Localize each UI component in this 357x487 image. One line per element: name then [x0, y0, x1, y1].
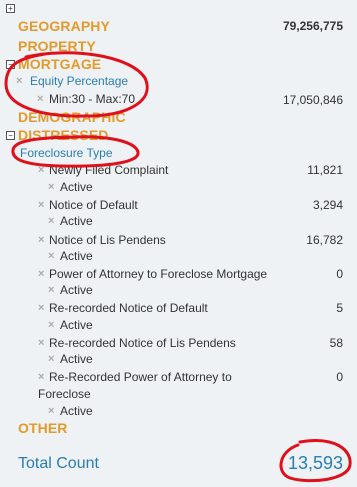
remove-active-icon[interactable]: × — [48, 215, 54, 227]
remove-active-icon[interactable]: × — [48, 250, 54, 262]
active-label: Active — [60, 283, 93, 297]
equity-percentage-link[interactable]: Equity Percentage — [30, 74, 128, 88]
active-label: Active — [60, 352, 93, 366]
category-geography[interactable]: GEOGRAPHY — [18, 18, 110, 34]
total-count-label: Total Count — [18, 455, 99, 472]
category-mortgage[interactable]: MORTGAGE — [18, 56, 101, 72]
foreclosure-type-link[interactable]: Foreclosure Type — [20, 146, 113, 160]
category-distressed[interactable]: DISTRESSED — [18, 127, 108, 143]
item-count: 0 — [336, 370, 343, 384]
item-label: Power of Attorney to Foreclose Mortgage — [49, 267, 268, 281]
category-demographic[interactable]: DEMOGRAPHIC — [18, 109, 126, 125]
remove-item-icon[interactable]: × — [38, 268, 44, 280]
item-count: 3,294 — [312, 198, 343, 212]
remove-active-icon[interactable]: × — [48, 181, 54, 193]
item-count: 0 — [336, 267, 343, 281]
remove-active-icon[interactable]: × — [48, 319, 54, 331]
active-label: Active — [60, 214, 93, 228]
equity-range-filter: Min:30 - Max:70 — [49, 92, 136, 106]
item-count: 58 — [329, 336, 343, 350]
remove-active-icon[interactable]: × — [48, 353, 54, 365]
remove-item-icon[interactable]: × — [38, 234, 44, 246]
active-label: Active — [60, 180, 93, 194]
active-label: Active — [60, 249, 93, 263]
distressed-collapse-toggle[interactable]: − — [6, 131, 15, 140]
remove-equity-percentage-icon[interactable]: × — [16, 75, 22, 87]
item-label-line1: Re-Recorded Power of Attorney to — [49, 370, 232, 384]
geography-count: 79,256,775 — [282, 19, 343, 33]
category-property[interactable]: PROPERTY — [18, 38, 96, 54]
item-label: Notice of Lis Pendens — [49, 233, 166, 247]
remove-active-icon[interactable]: × — [48, 284, 54, 296]
active-label: Active — [60, 404, 93, 418]
active-label: Active — [60, 318, 93, 332]
remove-active-icon[interactable]: × — [48, 405, 54, 417]
remove-equity-range-icon[interactable]: × — [37, 93, 43, 105]
expand-all-toggle[interactable]: + — [6, 4, 15, 13]
equity-range-count: 17,050,846 — [282, 93, 343, 107]
remove-item-icon[interactable]: × — [38, 302, 44, 314]
item-label: Re-recorded Notice of Lis Pendens — [49, 336, 236, 350]
item-label-line2: Foreclose — [38, 387, 91, 401]
item-count: 16,782 — [306, 233, 343, 247]
item-label: Newly Filed Complaint — [49, 163, 169, 177]
item-label: Notice of Default — [49, 198, 138, 212]
remove-item-icon[interactable]: × — [38, 337, 44, 349]
item-count: 11,821 — [307, 163, 343, 177]
category-other[interactable]: OTHER — [18, 420, 68, 436]
mortgage-collapse-toggle[interactable]: − — [6, 60, 15, 69]
item-count: 5 — [336, 301, 343, 315]
remove-item-icon[interactable]: × — [38, 371, 44, 383]
remove-item-icon[interactable]: × — [38, 164, 44, 176]
remove-item-icon[interactable]: × — [38, 199, 44, 211]
item-label: Re-recorded Notice of Default — [49, 301, 208, 315]
total-count-value: 13,593 — [287, 453, 343, 473]
